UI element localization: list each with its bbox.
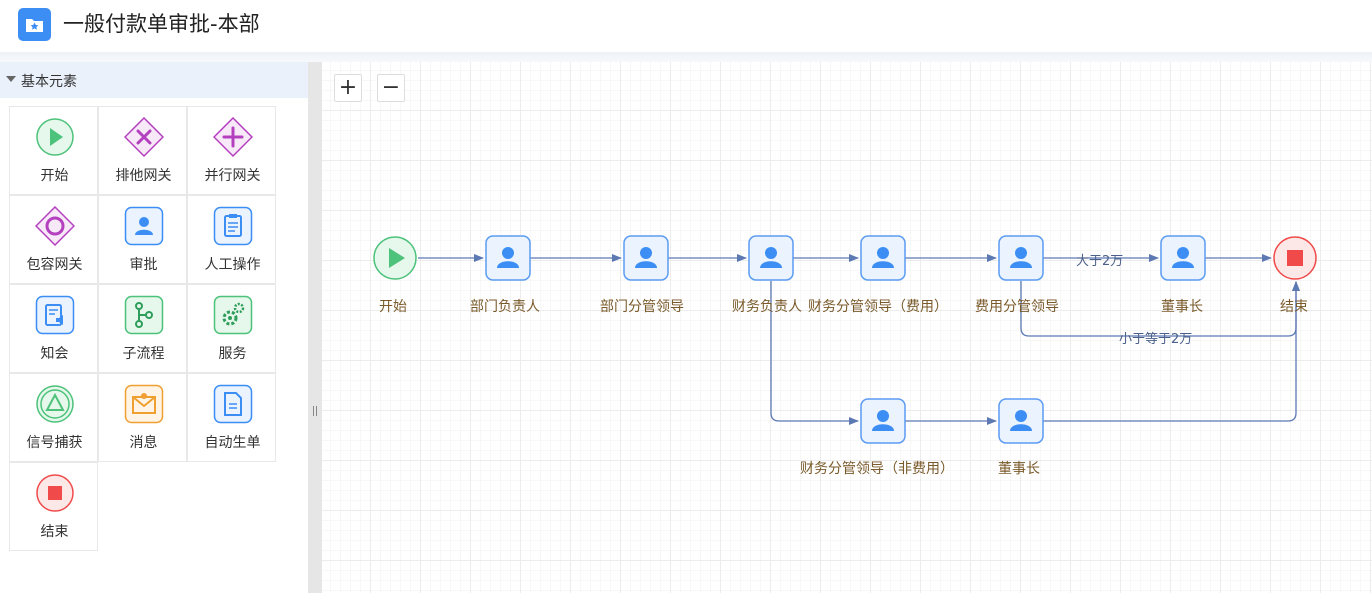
- user-task-node: [748, 235, 794, 281]
- palette-tile-manual-task[interactable]: 人工操作: [187, 195, 276, 284]
- exclusive-gateway-icon: [124, 117, 164, 157]
- palette-tile-approval[interactable]: 审批: [98, 195, 187, 284]
- user-task-node: [623, 235, 669, 281]
- node-label-fin-leader-expense: 财务分管领导（费用）: [808, 299, 948, 315]
- panel-splitter[interactable]: [308, 62, 322, 593]
- end-event-node: [1273, 236, 1317, 280]
- tile-label: 包容网关: [26, 257, 83, 273]
- tile-label: 服务: [218, 346, 247, 362]
- caret-down-icon: [6, 76, 16, 82]
- header-divider: [0, 52, 1372, 62]
- drag-handle-icon: [313, 406, 317, 416]
- tile-label: 自动生单: [204, 435, 261, 451]
- user-task-node: [860, 235, 906, 281]
- manual-task-icon: [213, 206, 253, 246]
- palette-tile-subprocess[interactable]: 子流程: [98, 284, 187, 373]
- tile-label: 信号捕获: [26, 435, 83, 451]
- tile-label: 结束: [40, 524, 69, 540]
- tile-label: 审批: [129, 257, 158, 273]
- tile-label: 并行网关: [204, 168, 261, 184]
- element-palette-sidebar: 基本元素 开始 排他网关 并行网关 包容网关 审批 人工操作 知会 子流程 服务…: [0, 62, 308, 593]
- palette-tile-signal-catch[interactable]: 信号捕获: [9, 373, 98, 462]
- node-label-dept-head: 部门负责人: [470, 299, 540, 315]
- tile-label: 消息: [129, 435, 158, 451]
- palette-tile-inclusive-gateway[interactable]: 包容网关: [9, 195, 98, 284]
- section-header-basic-elements[interactable]: 基本元素: [0, 62, 308, 98]
- palette-tile-exclusive-gateway[interactable]: 排他网关: [98, 106, 187, 195]
- node-label-chairman: 董事长: [1161, 299, 1203, 315]
- node-label-expense-leader: 费用分管领导: [975, 299, 1059, 315]
- node-label-start: 开始: [379, 299, 407, 315]
- section-title: 基本元素: [21, 74, 77, 90]
- start-event-node: [373, 236, 417, 280]
- tile-label: 开始: [40, 168, 69, 184]
- inclusive-gateway-icon: [35, 206, 75, 246]
- palette-tile-notify[interactable]: 知会: [9, 284, 98, 373]
- node-label-chairman-2: 董事长: [998, 461, 1040, 477]
- message-envelope-icon: [124, 384, 164, 424]
- palette-tile-service[interactable]: 服务: [187, 284, 276, 373]
- user-task-node: [860, 398, 906, 444]
- user-task-node: [998, 235, 1044, 281]
- tile-label: 人工操作: [204, 257, 261, 273]
- user-task-node: [485, 235, 531, 281]
- parallel-gateway-icon: [213, 117, 253, 157]
- palette-tile-parallel-gateway[interactable]: 并行网关: [187, 106, 276, 195]
- end-stop-icon: [36, 474, 74, 512]
- tile-label: 子流程: [122, 346, 165, 362]
- folder-star-icon: [18, 8, 51, 41]
- node-label-dept-leader: 部门分管领导: [600, 299, 684, 315]
- edge-label-less-or-equal: 小于等于2万: [1119, 332, 1193, 347]
- subprocess-icon: [124, 295, 164, 335]
- user-task-node: [1160, 235, 1206, 281]
- signal-catch-icon: [36, 385, 74, 423]
- flow-diagram: [373, 235, 1317, 444]
- edge-label-greater-than: 大于2万: [1076, 254, 1124, 269]
- node-label-fin-head: 财务负责人: [732, 299, 802, 315]
- user-approval-icon: [124, 206, 164, 246]
- tile-label: 排他网关: [115, 168, 172, 184]
- page-title: 一般付款单审批-本部: [63, 12, 260, 36]
- auto-document-icon: [213, 384, 253, 424]
- palette-tile-message[interactable]: 消息: [98, 373, 187, 462]
- start-play-icon: [36, 118, 74, 156]
- service-gears-icon: [213, 295, 253, 335]
- palette-tile-auto-document[interactable]: 自动生单: [187, 373, 276, 462]
- node-label-end: 结束: [1280, 299, 1308, 315]
- node-label-fin-leader-nonexpense: 财务分管领导（非费用）: [800, 461, 954, 477]
- palette-tile-end[interactable]: 结束: [9, 462, 98, 551]
- user-task-node: [998, 398, 1044, 444]
- notify-icon: [35, 295, 75, 335]
- palette-tile-start[interactable]: 开始: [9, 106, 98, 195]
- flow-canvas[interactable]: + − 开始 部门负责人 部门分管领导 财务负责人 财务分管领导（费用） 费用分…: [322, 62, 1372, 593]
- tile-label: 知会: [40, 346, 69, 362]
- app-header: 一般付款单审批-本部: [0, 0, 1372, 53]
